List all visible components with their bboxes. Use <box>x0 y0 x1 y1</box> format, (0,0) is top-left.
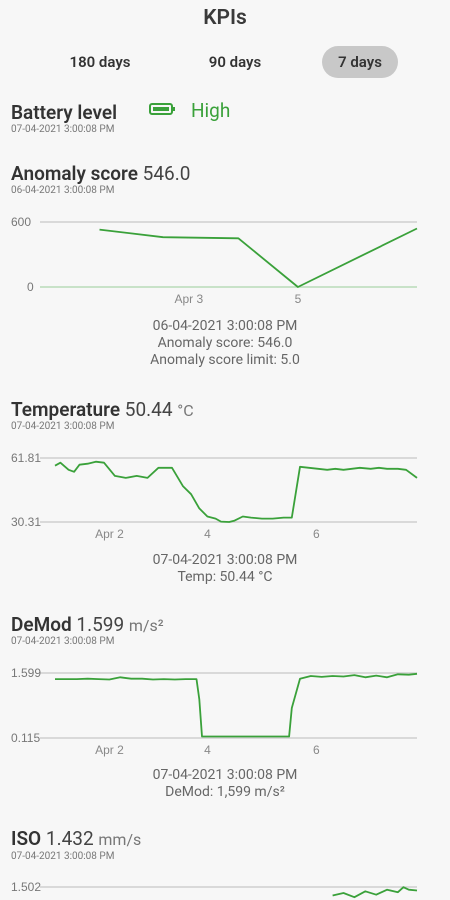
demod-xtick-0: Apr 2 <box>95 743 124 757</box>
anomaly-info-score: Anomaly score: 546.0 <box>157 335 293 351</box>
demod-label: DeMod <box>11 613 72 636</box>
demod-timestamp: 07-04-2021 3:00:08 PM <box>11 636 115 647</box>
iso-value: 1.432 <box>45 827 94 850</box>
battery-label: Battery level <box>11 101 118 124</box>
temperature-info-value: Temp: 50.44 °C <box>177 569 273 585</box>
anomaly-value: 546.0 <box>142 162 191 185</box>
anomaly-title: Anomaly score 546.0 <box>11 162 190 185</box>
temperature-ytick-min: 30.31 <box>11 515 41 529</box>
temperature-chart[interactable]: 61.81 30.31 Apr 2 4 6 <box>0 442 450 547</box>
demod-chart[interactable]: 1.599 0.115 Apr 2 4 6 <box>0 657 450 762</box>
anomaly-label: Anomaly score <box>11 162 138 185</box>
anomaly-info-date: 06-04-2021 3:00:08 PM <box>152 318 298 334</box>
demod-info-date: 07-04-2021 3:00:08 PM <box>152 767 298 783</box>
temperature-series-line <box>54 460 418 523</box>
iso-title: ISO 1.432 mm/s <box>11 827 141 850</box>
demod-xtick-2: 6 <box>313 743 320 757</box>
battery-title: Battery level <box>11 101 117 124</box>
tab-180-days[interactable]: 180 days <box>54 46 146 78</box>
iso-timestamp: 07-04-2021 3:00:08 PM <box>11 851 115 862</box>
demod-series-line <box>55 672 418 738</box>
battery-value: High <box>191 99 231 122</box>
temperature-label: Temperature <box>11 398 121 421</box>
iso-series-line <box>332 886 418 899</box>
demod-unit: m/s² <box>128 616 164 635</box>
anomaly-timestamp: 06-04-2021 3:00:08 PM <box>11 185 115 196</box>
battery-icon <box>149 101 177 121</box>
anomaly-ytick-max: 600 <box>11 215 31 229</box>
temperature-xtick-2: 6 <box>313 527 320 541</box>
demod-ytick-max: 1.599 <box>11 666 41 680</box>
tab-90-days[interactable]: 90 days <box>190 46 280 78</box>
page-title: KPIs <box>203 6 247 30</box>
temperature-xtick-1: 4 <box>204 527 211 541</box>
temperature-unit: °C <box>177 401 194 420</box>
demod-info-value: DeMod: 1,599 m/s² <box>165 784 285 800</box>
anomaly-info: 06-04-2021 3:00:08 PM Anomaly score: 546… <box>0 318 450 369</box>
temperature-ytick-max: 61.81 <box>11 451 41 465</box>
anomaly-series-line <box>99 227 418 288</box>
iso-chart[interactable]: 1.502 <box>0 872 450 900</box>
demod-value: 1.599 <box>76 613 125 636</box>
tab-7-days[interactable]: 7 days <box>322 46 398 78</box>
anomaly-xtick-0: Apr 3 <box>174 292 203 306</box>
iso-unit: mm/s <box>98 830 142 849</box>
temperature-value: 50.44 <box>124 398 173 421</box>
iso-label: ISO <box>11 827 42 850</box>
iso-ytick-max: 1.502 <box>11 880 41 894</box>
temperature-title: Temperature 50.44 °C <box>11 398 194 421</box>
temperature-timestamp: 07-04-2021 3:00:08 PM <box>11 421 115 432</box>
anomaly-xtick-1: 5 <box>295 292 302 306</box>
demod-ytick-min: 0.115 <box>11 731 40 745</box>
anomaly-chart[interactable]: 600 0 Apr 3 5 <box>0 205 450 310</box>
demod-info: 07-04-2021 3:00:08 PM DeMod: 1,599 m/s² <box>0 767 450 801</box>
temperature-info-date: 07-04-2021 3:00:08 PM <box>152 552 298 568</box>
battery-timestamp: 07-04-2021 3:00:08 PM <box>11 124 115 135</box>
period-tabs: 180 days 90 days 7 days <box>0 46 450 78</box>
demod-title: DeMod 1.599 m/s² <box>11 613 164 636</box>
temperature-xtick-0: Apr 2 <box>95 527 124 541</box>
temperature-info: 07-04-2021 3:00:08 PM Temp: 50.44 °C <box>0 552 450 586</box>
anomaly-info-limit: Anomaly score limit: 5.0 <box>150 352 300 368</box>
demod-xtick-1: 4 <box>204 743 211 757</box>
anomaly-ytick-min: 0 <box>27 280 34 294</box>
